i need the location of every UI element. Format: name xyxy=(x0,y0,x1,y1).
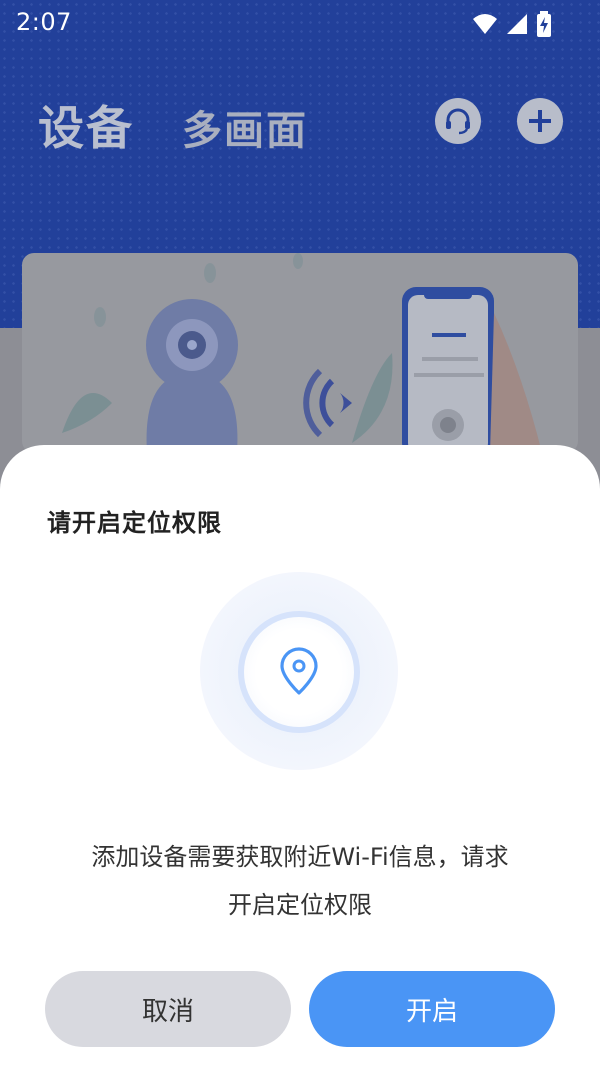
dialog-message: 添加设备需要获取附近Wi-Fi信息，请求 开启定位权限 xyxy=(40,833,560,929)
dialog-message-line2: 开启定位权限 xyxy=(228,891,372,919)
location-badge xyxy=(244,617,354,727)
dialog-message-line1: 添加设备需要获取附近Wi-Fi信息，请求 xyxy=(91,843,509,871)
dialog-title: 请开启定位权限 xyxy=(47,509,222,537)
location-pin-icon xyxy=(280,647,318,695)
enable-location-button[interactable]: 开启 xyxy=(309,971,555,1047)
cancel-button[interactable]: 取消 xyxy=(45,971,291,1047)
permission-dialog: 请开启定位权限 添加设备需要获取附近Wi-Fi信息，请求 开启定位权限 取消 开… xyxy=(0,445,600,1066)
